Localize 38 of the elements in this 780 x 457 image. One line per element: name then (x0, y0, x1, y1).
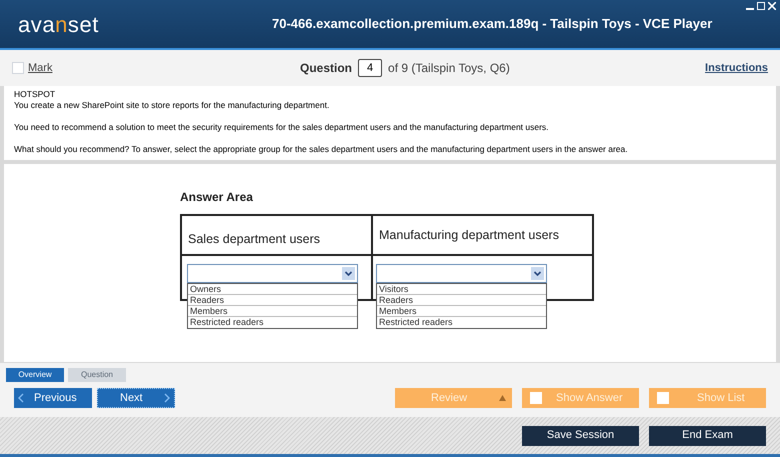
question-count: of 9 (Tailspin Toys, Q6) (388, 60, 510, 77)
mark-label[interactable]: Mark (28, 60, 52, 76)
dropdown[interactable] (376, 264, 547, 283)
question-text: HOTSPOT (14, 89, 56, 100)
chevron-down-icon (531, 267, 544, 280)
question-number-field[interactable]: 4 (358, 59, 382, 77)
instructions-link[interactable]: Instructions (705, 60, 768, 76)
dropdown-option[interactable]: Restricted readers (188, 317, 357, 328)
dropdown-option[interactable]: Readers (377, 295, 546, 306)
dropdown-option[interactable]: Members (188, 306, 357, 317)
dropdown-option[interactable]: Members (377, 306, 546, 317)
column-heading: Manufacturing department users (373, 216, 592, 256)
previous-button[interactable]: Previous (14, 388, 92, 408)
question-text: You create a new SharePoint site to store reports for the manufacturing department. (14, 100, 330, 111)
logo: avanset (18, 10, 100, 38)
next-button[interactable]: Next (97, 388, 175, 408)
dropdown-option[interactable]: Readers (188, 295, 357, 306)
question-label: Question (300, 60, 352, 77)
footer-button[interactable]: End Exam (649, 426, 766, 446)
question-text: You need to recommend a solution to meet the security requirements for the sales department users and the manufacturing department users. (14, 122, 550, 133)
triangle-up-icon (499, 395, 506, 401)
dropdown-option[interactable]: Owners (188, 284, 357, 295)
dropdown[interactable] (187, 264, 358, 283)
maximize-icon[interactable] (757, 2, 765, 10)
dropdown-option[interactable]: Restricted readers (377, 317, 546, 328)
question-text: What should you recommend? To answer, select the appropriate group for the sales department users and the manufacturing department users in the answer area. (14, 144, 629, 155)
window-title: 70-466.examcollection.premium.exam.189q - Tailspin Toys - VCE Player (272, 15, 712, 34)
footer-button[interactable]: Save Session (522, 426, 639, 446)
close-icon[interactable] (768, 2, 776, 10)
dropdown-option[interactable]: Visitors (377, 284, 546, 295)
tab[interactable]: Question (68, 368, 126, 382)
chevron-right-icon (164, 393, 170, 403)
answer-area-title: Answer Area (180, 189, 253, 206)
checkbox[interactable] (12, 62, 24, 74)
tab[interactable]: Overview (6, 368, 64, 382)
chevron-left-icon (18, 393, 24, 403)
column-heading: Sales department users (182, 216, 373, 256)
chevron-down-icon (342, 267, 355, 280)
